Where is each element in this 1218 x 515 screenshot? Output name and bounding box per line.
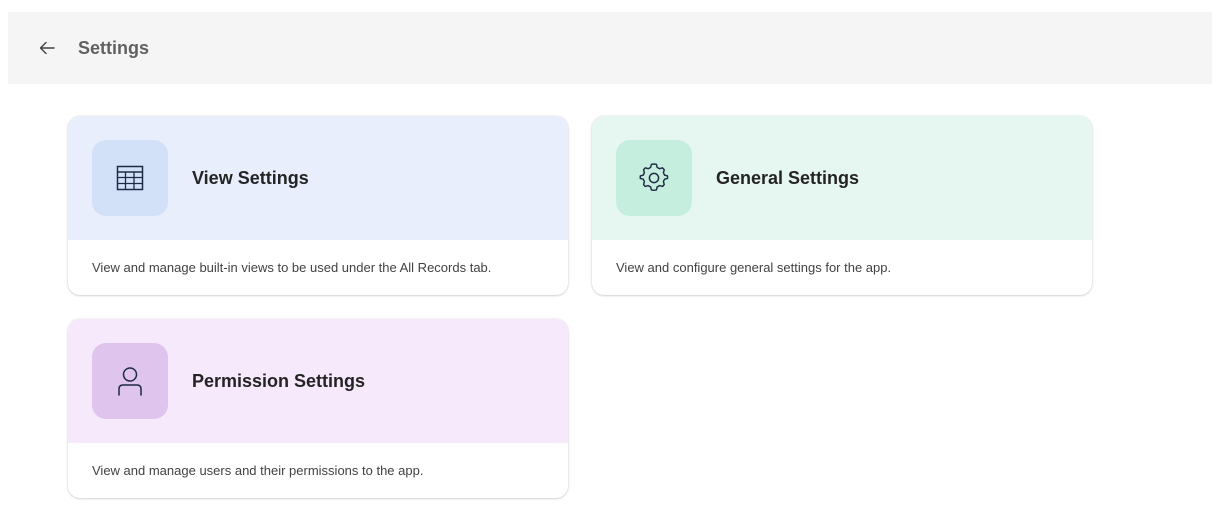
card-banner: General Settings (592, 116, 1092, 240)
card-banner: View Settings (68, 116, 568, 240)
back-button[interactable] (36, 38, 58, 58)
card-description: View and manage built-in views to be use… (92, 260, 492, 275)
page-title: Settings (78, 38, 150, 58)
page-header: Settings (8, 12, 1212, 84)
view-settings-card[interactable]: View Settings View and manage built-in v… (68, 116, 568, 295)
card-title: View Settings (192, 168, 309, 188)
card-banner: Permission Settings (68, 319, 568, 443)
permission-settings-card[interactable]: Permission Settings View and manage user… (68, 319, 568, 498)
person-icon (118, 367, 142, 396)
card-description: View and configure general settings for … (616, 260, 892, 275)
arrow-left-icon (39, 41, 55, 55)
icon-tile (92, 140, 168, 216)
icon-tile (616, 140, 692, 216)
general-settings-card[interactable]: General Settings View and configure gene… (592, 116, 1092, 295)
card-title: Permission Settings (192, 371, 366, 391)
card-description: View and manage users and their permissi… (92, 463, 424, 478)
gear-icon (639, 163, 669, 192)
icon-tile (92, 343, 168, 419)
table-grid-icon (116, 165, 144, 191)
card-title: General Settings (716, 168, 860, 188)
